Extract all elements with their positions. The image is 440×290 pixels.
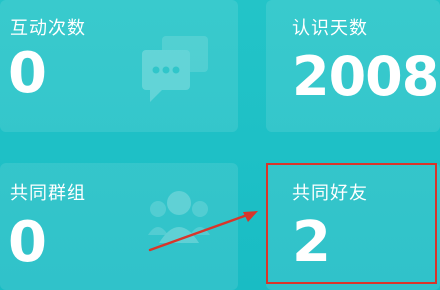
annotation-arrow bbox=[148, 211, 258, 252]
